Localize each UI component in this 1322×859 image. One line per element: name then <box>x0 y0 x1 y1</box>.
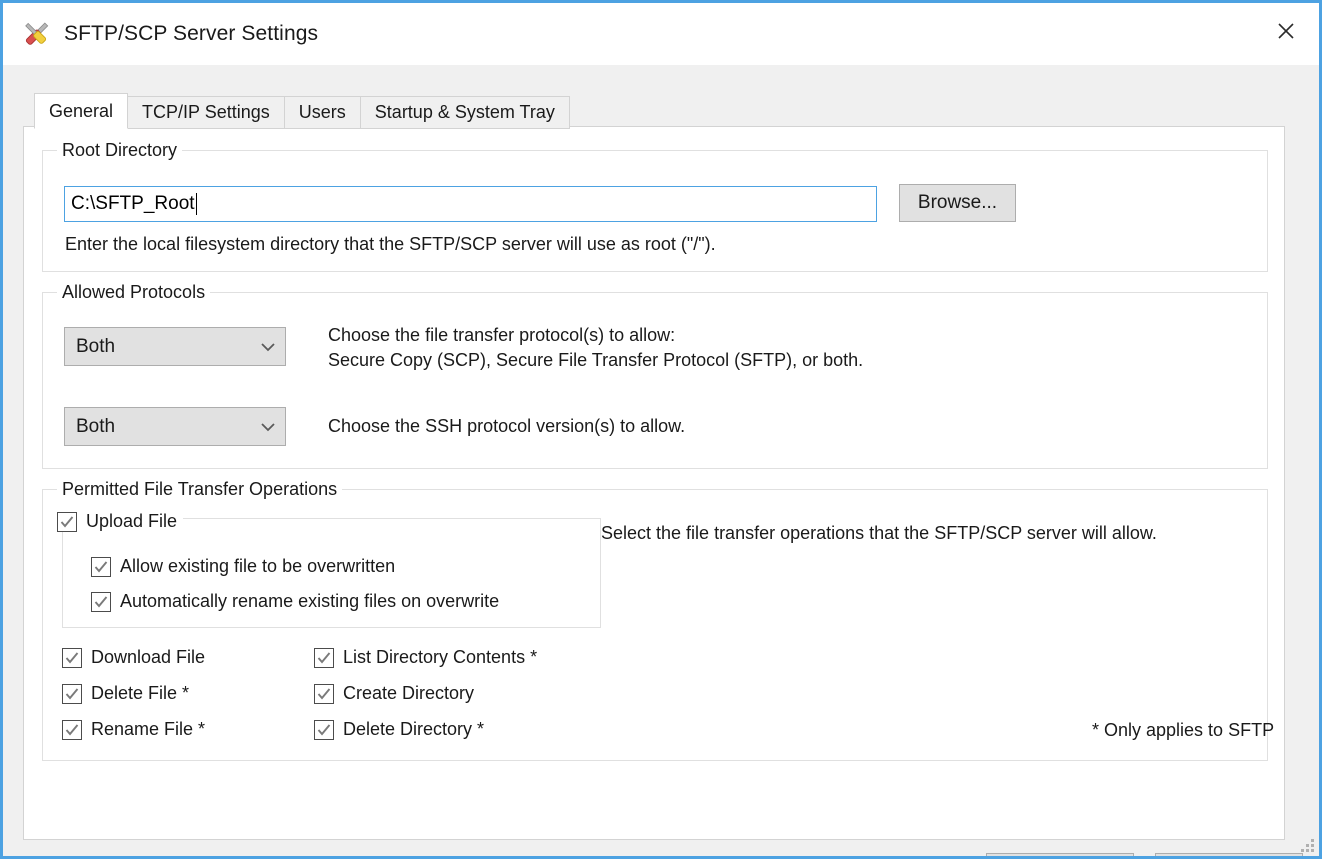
checkbox-auto-rename-label: Automatically rename existing files on o… <box>120 591 500 611</box>
cancel-button[interactable]: Cancel <box>1155 853 1303 856</box>
tab-tcpip-settings-label: TCP/IP Settings <box>142 102 270 122</box>
checkbox-auto-rename[interactable]: Automatically rename existing files on o… <box>91 591 499 612</box>
checkbox-delete-file-label: Delete File * <box>91 683 190 703</box>
group-permitted-operations-title: Permitted File Transfer Operations <box>57 479 343 500</box>
tab-general[interactable]: General <box>34 93 129 129</box>
settings-dialog-window: SFTP/SCP Server Settings General TCP/IP … <box>0 0 1322 859</box>
checkbox-rename-file[interactable]: Rename File * <box>62 719 205 740</box>
transfer-protocol-select[interactable]: Both <box>64 327 286 366</box>
tab-users-label: Users <box>298 102 346 122</box>
checkbox-rename-file-label: Rename File * <box>91 719 206 739</box>
ssh-version-select[interactable]: Both <box>64 407 286 446</box>
checkbox-list-directory-contents-label: List Directory Contents * <box>343 647 538 667</box>
checkbox-delete-file[interactable]: Delete File * <box>62 683 189 704</box>
checkbox-list-directory-contents[interactable]: List Directory Contents * <box>314 647 537 668</box>
group-permitted-operations: Permitted File Transfer Operations Uploa… <box>42 479 1274 761</box>
checkbox-delete-directory[interactable]: Delete Directory * <box>314 719 484 740</box>
check-icon <box>314 719 334 740</box>
root-directory-hint: Enter the local filesystem directory tha… <box>65 234 716 254</box>
group-allowed-protocols: Allowed Protocols Both Choose the file t… <box>42 282 1268 469</box>
root-directory-value: C:\SFTP_Root <box>71 193 195 214</box>
transfer-protocol-value: Both <box>76 335 116 357</box>
check-icon <box>62 719 82 740</box>
check-icon <box>62 683 82 704</box>
browse-button-label: Browse... <box>917 192 998 213</box>
ok-button[interactable]: OK <box>986 853 1134 856</box>
ssh-version-value: Both <box>76 415 116 437</box>
checkbox-create-directory-label: Create Directory <box>343 683 475 703</box>
checkbox-allow-overwrite-label: Allow existing file to be overwritten <box>120 556 396 576</box>
root-directory-input[interactable]: C:\SFTP_Root <box>64 186 877 222</box>
tab-startup-system-tray-label: Startup & System Tray <box>374 102 555 122</box>
permitted-operations-footnote: * Only applies to SFTP <box>1092 720 1275 740</box>
transfer-protocol-description: Choose the file transfer protocol(s) to … <box>328 325 864 370</box>
check-icon <box>57 511 77 532</box>
check-icon <box>62 647 82 668</box>
group-root-directory: Root Directory C:\SFTP_Root Browse... En… <box>42 140 1268 272</box>
resize-grip[interactable] <box>1300 838 1314 852</box>
checkbox-create-directory[interactable]: Create Directory <box>314 683 474 704</box>
tab-startup-system-tray[interactable]: Startup & System Tray <box>359 96 570 129</box>
tab-strip: General TCP/IP Settings Users Startup & … <box>34 93 570 129</box>
dialog-body: General TCP/IP Settings Users Startup & … <box>3 65 1319 856</box>
tab-general-label: General <box>49 100 114 121</box>
checkbox-upload-file-label: Upload File <box>86 511 178 531</box>
chevron-down-icon <box>251 342 285 352</box>
permitted-operations-hint: Select the file transfer operations that… <box>601 523 1157 543</box>
text-caret <box>195 193 197 215</box>
check-icon <box>314 683 334 704</box>
tab-panel-general: Root Directory C:\SFTP_Root Browse... En… <box>23 126 1285 840</box>
check-icon <box>91 556 111 577</box>
window-title: SFTP/SCP Server Settings <box>64 22 319 45</box>
tab-tcpip-settings[interactable]: TCP/IP Settings <box>127 96 285 129</box>
checkbox-download-file-label: Download File <box>91 647 206 667</box>
group-root-directory-title: Root Directory <box>57 140 183 161</box>
close-icon[interactable] <box>1253 3 1319 59</box>
tools-icon <box>20 18 52 50</box>
chevron-down-icon <box>251 422 285 432</box>
title-bar: SFTP/SCP Server Settings <box>3 3 1319 65</box>
ssh-version-description: Choose the SSH protocol version(s) to al… <box>328 416 686 436</box>
check-icon <box>314 647 334 668</box>
check-icon <box>91 591 111 612</box>
checkbox-upload-file[interactable]: Upload File <box>57 511 184 532</box>
checkbox-allow-overwrite[interactable]: Allow existing file to be overwritten <box>91 556 395 577</box>
browse-button[interactable]: Browse... <box>899 184 1016 222</box>
checkbox-download-file[interactable]: Download File <box>62 647 205 668</box>
group-allowed-protocols-title: Allowed Protocols <box>57 282 211 303</box>
tab-users[interactable]: Users <box>283 96 361 129</box>
checkbox-delete-directory-label: Delete Directory * <box>343 719 485 739</box>
